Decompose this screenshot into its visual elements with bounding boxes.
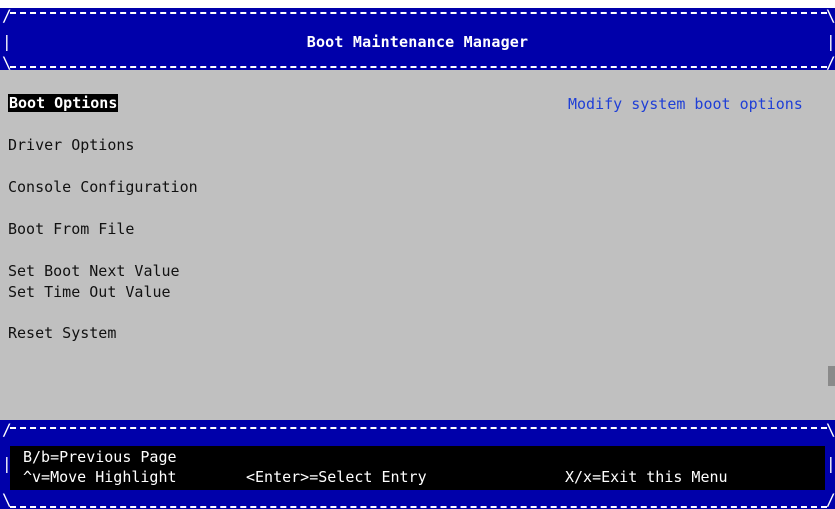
menu-item-set-boot-next-value[interactable]: Set Boot Next Value — [8, 262, 180, 280]
title-top-dash — [10, 12, 827, 14]
title-bar: / | \ \ | / Boot Maintenance Manager — [0, 0, 835, 72]
footer-frame-corner-tl: / — [2, 420, 12, 439]
footer-frame-corner-tr: \ — [826, 420, 835, 439]
title-frame-corner-br: / — [826, 53, 835, 72]
scroll-thumb-icon[interactable] — [828, 366, 835, 386]
hint-previous-page: B/b=Previous Page — [23, 448, 177, 466]
title-frame-corner-tl: / — [2, 6, 12, 25]
page-title: Boot Maintenance Manager — [306, 33, 529, 51]
hint-exit-menu: X/x=Exit this Menu — [565, 468, 728, 486]
menu-item-set-time-out-value[interactable]: Set Time Out Value — [8, 283, 171, 301]
menu-item-driver-options[interactable]: Driver Options — [8, 136, 134, 154]
title-bottom-dash — [10, 66, 827, 68]
footer-frame-corner-bl: \ — [2, 490, 12, 509]
help-text: Modify system boot options — [568, 95, 803, 113]
title-top-rule — [0, 0, 835, 8]
key-hint-bar: / | \ \ | / B/b=Previous Page ^v=Move Hi… — [0, 420, 835, 509]
footer-frame-edge-right: | — [826, 454, 835, 473]
menu-item-boot-options[interactable]: Boot Options — [8, 94, 119, 112]
menu-item-console-configuration[interactable]: Console Configuration — [8, 178, 198, 196]
footer-frame-corner-br: / — [826, 490, 835, 509]
menu-item-reset-system[interactable]: Reset System — [8, 324, 116, 342]
key-hint-panel: B/b=Previous Page ^v=Move Highlight <Ent… — [10, 446, 825, 490]
footer-bottom-dash — [10, 506, 827, 508]
bios-screen: / | \ \ | / Boot Maintenance Manager Boo… — [0, 0, 835, 509]
hint-select-entry: <Enter>=Select Entry — [246, 468, 427, 486]
footer-top-dash — [10, 427, 827, 429]
menu-item-boot-from-file[interactable]: Boot From File — [8, 220, 134, 238]
title-frame-corner-tr: \ — [826, 6, 835, 25]
hint-move-highlight: ^v=Move Highlight — [23, 468, 177, 486]
title-frame-corner-bl: \ — [2, 53, 12, 72]
